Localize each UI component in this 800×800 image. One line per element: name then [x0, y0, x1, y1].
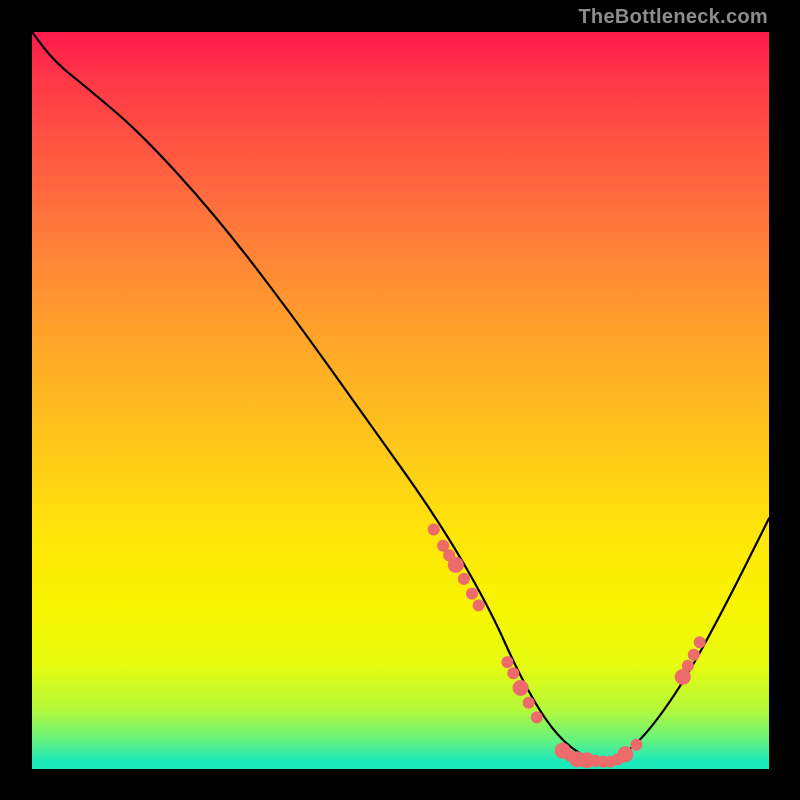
bottleneck-curve-svg: [32, 32, 769, 769]
highlight-dot: [682, 660, 694, 672]
highlight-dot: [428, 524, 440, 536]
highlight-dot: [458, 573, 470, 585]
highlight-dot: [630, 739, 642, 751]
watermark-text: TheBottleneck.com: [578, 6, 768, 29]
highlight-points: [428, 524, 706, 769]
highlight-dot: [513, 680, 529, 696]
highlight-dot: [688, 649, 700, 661]
bottleneck-curve: [32, 32, 769, 759]
highlight-dot: [617, 746, 633, 762]
highlight-dot: [466, 588, 478, 600]
highlight-dot: [523, 697, 535, 709]
highlight-dot: [473, 599, 485, 611]
highlight-dot: [507, 667, 519, 679]
highlight-dot: [501, 656, 513, 668]
highlight-dot: [531, 711, 543, 723]
chart-plot-area: [32, 32, 769, 769]
highlight-dot: [448, 557, 464, 573]
highlight-dot: [694, 636, 706, 648]
